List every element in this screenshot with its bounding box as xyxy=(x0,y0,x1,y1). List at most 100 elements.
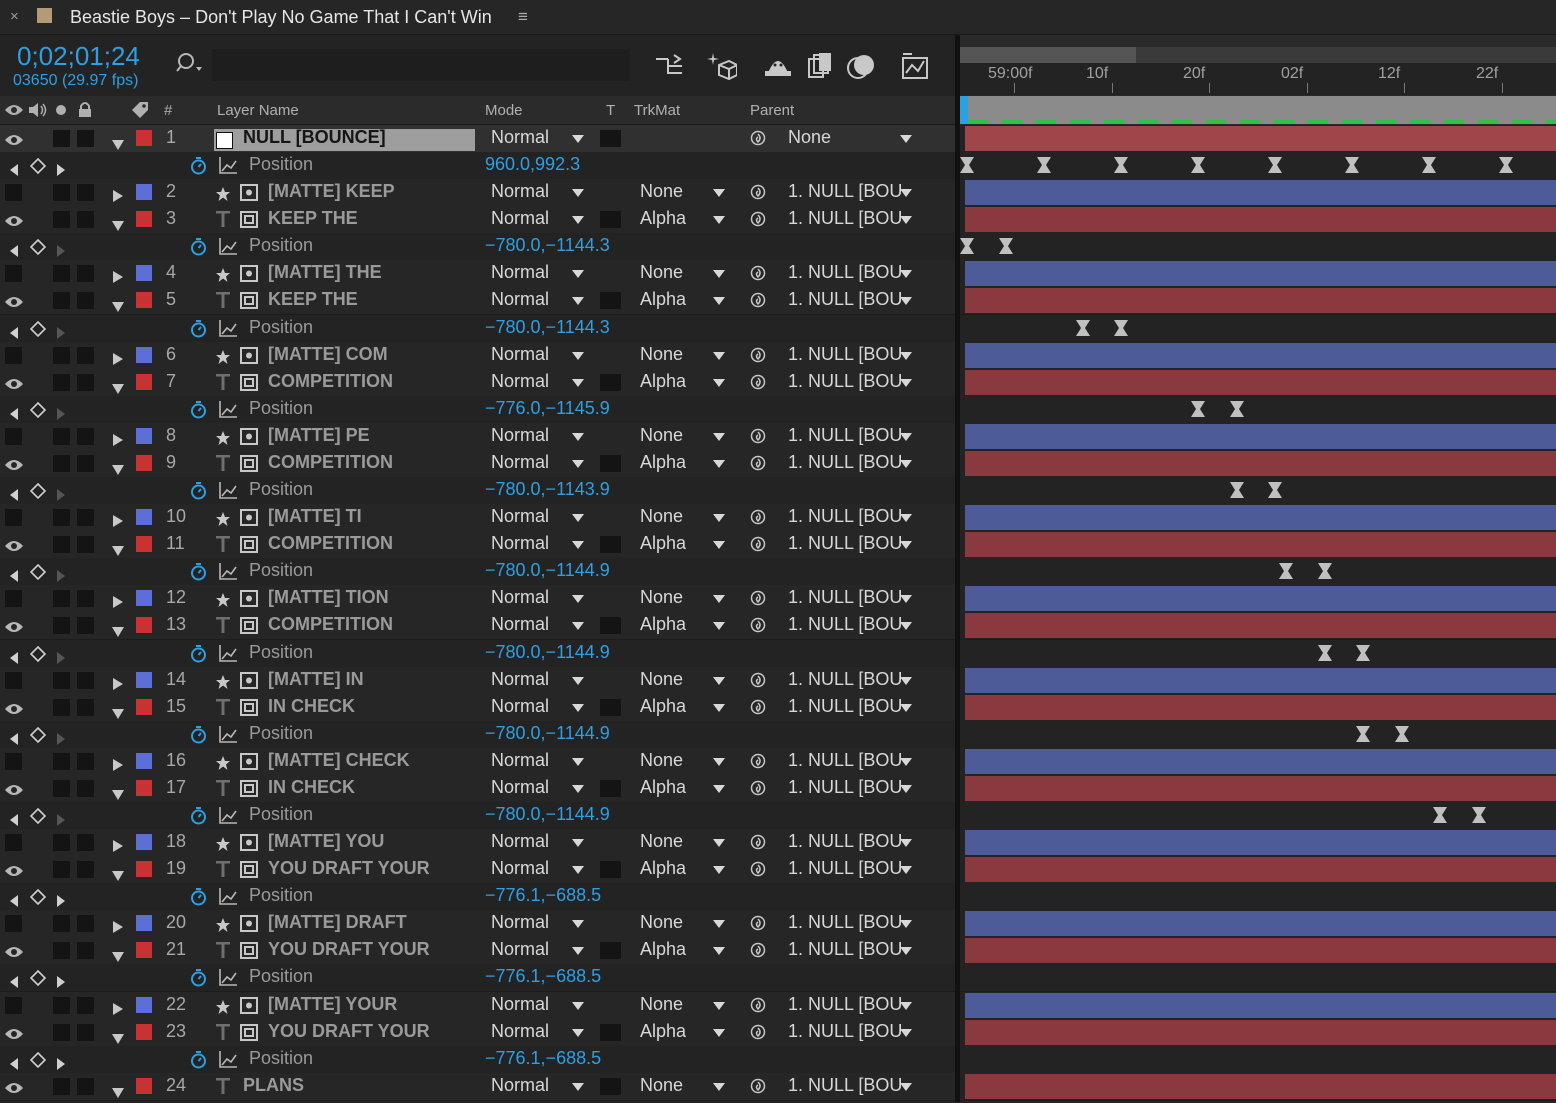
mode-dropdown-arrow[interactable] xyxy=(572,622,584,630)
parent-dropdown-arrow[interactable] xyxy=(900,297,912,305)
trkmat-select[interactable]: None xyxy=(640,425,683,446)
solo-switch[interactable] xyxy=(53,265,70,282)
lock-switch[interactable] xyxy=(77,699,94,716)
mode-dropdown-arrow[interactable] xyxy=(572,1083,584,1091)
lock-switch[interactable] xyxy=(77,509,94,526)
add-keyframe-diamond-icon[interactable] xyxy=(29,969,47,991)
add-keyframe-diamond-icon[interactable] xyxy=(29,726,47,748)
mode-dropdown-arrow[interactable] xyxy=(572,270,584,278)
property-row[interactable]: Position −780.0,−1144.3 xyxy=(0,233,955,261)
lock-switch[interactable] xyxy=(77,861,94,878)
trkmat-dropdown-arrow[interactable] xyxy=(713,1002,725,1010)
parent-pick-whip-icon[interactable] xyxy=(750,753,766,774)
label-color-swatch[interactable] xyxy=(136,509,152,525)
keyframe-icon[interactable] xyxy=(1318,563,1332,579)
mode-dropdown-arrow[interactable] xyxy=(572,677,584,685)
layer-name[interactable]: [MATTE] TI xyxy=(268,506,362,527)
layer-name[interactable]: YOU DRAFT YOUR xyxy=(268,1021,430,1042)
keyframe-icon[interactable] xyxy=(1191,157,1205,173)
solo-switch[interactable] xyxy=(53,753,70,770)
parent-pick-whip-icon[interactable] xyxy=(750,915,766,936)
parent-dropdown-arrow[interactable] xyxy=(900,216,912,224)
keyframe-icon[interactable] xyxy=(1356,645,1370,661)
layer-name[interactable]: NULL [BOUNCE] xyxy=(243,127,386,148)
parent-pick-whip-icon[interactable] xyxy=(750,509,766,530)
mode-dropdown-arrow[interactable] xyxy=(572,514,584,522)
trkmat-select[interactable]: Alpha xyxy=(640,371,686,392)
stopwatch-icon[interactable] xyxy=(190,1050,207,1074)
layer-row[interactable]: 2 [MATTE] KEEP Normal None 1. NULL [BOU xyxy=(0,179,955,207)
layer-name[interactable]: KEEP THE xyxy=(268,208,358,229)
layer-name[interactable]: IN CHECK xyxy=(268,696,355,717)
prev-keyframe-icon[interactable] xyxy=(10,404,18,425)
playhead-marker[interactable] xyxy=(960,96,968,124)
blend-mode-select[interactable]: Normal xyxy=(491,831,549,852)
solo-switch[interactable] xyxy=(53,211,70,228)
layer-row[interactable]: 1 NULL [BOUNCE] Normal None xyxy=(0,125,955,153)
label-color-swatch[interactable] xyxy=(136,780,152,796)
label-color-swatch[interactable] xyxy=(136,915,152,931)
layer-duration-bar[interactable] xyxy=(965,776,1556,801)
lock-switch[interactable] xyxy=(77,265,94,282)
graph-icon[interactable] xyxy=(219,888,237,910)
layer-name[interactable]: [MATTE] YOU xyxy=(268,831,384,852)
layer-row[interactable]: 11 COMPETITION Normal Alpha 1. NULL [BOU xyxy=(0,531,955,559)
layer-duration-bar[interactable] xyxy=(965,1074,1556,1099)
label-color-swatch[interactable] xyxy=(136,1024,152,1040)
solo-switch[interactable] xyxy=(53,590,70,607)
next-keyframe-icon[interactable] xyxy=(57,729,65,750)
blend-mode-select[interactable]: Normal xyxy=(491,669,549,690)
stopwatch-icon[interactable] xyxy=(190,562,207,586)
parent-select[interactable]: 1. NULL [BOU xyxy=(788,1021,902,1042)
property-value[interactable]: −780.0,−1144.3 xyxy=(485,317,610,338)
parent-dropdown-arrow[interactable] xyxy=(900,270,912,278)
layer-duration-bar[interactable] xyxy=(965,370,1556,395)
mode-dropdown-arrow[interactable] xyxy=(572,216,584,224)
add-keyframe-diamond-icon[interactable] xyxy=(29,238,47,260)
layer-row[interactable]: 16 [MATTE] CHECK Normal None 1. NULL [BOU xyxy=(0,748,955,776)
trkmat-select[interactable]: Alpha xyxy=(640,858,686,879)
layer-row[interactable]: 10 [MATTE] TI Normal None 1. NULL [BOU xyxy=(0,504,955,532)
parent-pick-whip-icon[interactable] xyxy=(750,834,766,855)
twirl-right-icon[interactable] xyxy=(113,430,123,451)
keyframe-icon[interactable] xyxy=(999,238,1013,254)
shy-layers-icon[interactable] xyxy=(763,51,793,81)
parent-select[interactable]: 1. NULL [BOU xyxy=(788,344,902,365)
add-keyframe-diamond-icon[interactable] xyxy=(29,401,47,423)
keyframe-icon[interactable] xyxy=(1076,320,1090,336)
stopwatch-icon[interactable] xyxy=(190,887,207,911)
twirl-right-icon[interactable] xyxy=(113,836,123,857)
keyframe-icon[interactable] xyxy=(1395,726,1409,742)
video-switch[interactable] xyxy=(5,428,22,445)
mode-dropdown-arrow[interactable] xyxy=(572,297,584,305)
layer-row[interactable]: 8 [MATTE] PE Normal None 1. NULL [BOU xyxy=(0,423,955,451)
blend-mode-select[interactable]: Normal xyxy=(491,533,549,554)
graph-icon[interactable] xyxy=(219,645,237,667)
layer-row[interactable]: 9 COMPETITION Normal Alpha 1. NULL [BOU xyxy=(0,450,955,478)
work-area-bar[interactable] xyxy=(960,96,1556,124)
blend-mode-select[interactable]: Normal xyxy=(491,939,549,960)
preserve-transparency-checkbox[interactable] xyxy=(600,455,621,472)
layer-name[interactable]: [MATTE] IN xyxy=(268,669,364,690)
eye-icon[interactable] xyxy=(4,1025,24,1046)
solo-switch[interactable] xyxy=(53,1078,70,1095)
layer-duration-bar[interactable] xyxy=(965,126,1556,151)
property-value[interactable]: −776.0,−1145.9 xyxy=(485,398,610,419)
graph-editor-icon[interactable] xyxy=(900,51,930,81)
blend-mode-select[interactable]: Normal xyxy=(491,696,549,717)
layer-row[interactable]: 3 KEEP THE Normal Alpha 1. NULL [BOU xyxy=(0,206,955,234)
stopwatch-icon[interactable] xyxy=(190,156,207,180)
solo-switch[interactable] xyxy=(53,699,70,716)
solo-switch[interactable] xyxy=(53,942,70,959)
parent-select[interactable]: 1. NULL [BOU xyxy=(788,696,902,717)
parent-dropdown-arrow[interactable] xyxy=(900,433,912,441)
mode-dropdown-arrow[interactable] xyxy=(572,460,584,468)
trkmat-dropdown-arrow[interactable] xyxy=(713,189,725,197)
layer-name[interactable]: YOU DRAFT YOUR xyxy=(268,939,430,960)
eye-icon[interactable] xyxy=(4,131,24,152)
parent-dropdown-arrow[interactable] xyxy=(900,189,912,197)
trkmat-select[interactable]: None xyxy=(640,344,683,365)
blend-mode-select[interactable]: Normal xyxy=(491,262,549,283)
parent-dropdown-arrow[interactable] xyxy=(900,920,912,928)
prev-keyframe-icon[interactable] xyxy=(10,485,18,506)
